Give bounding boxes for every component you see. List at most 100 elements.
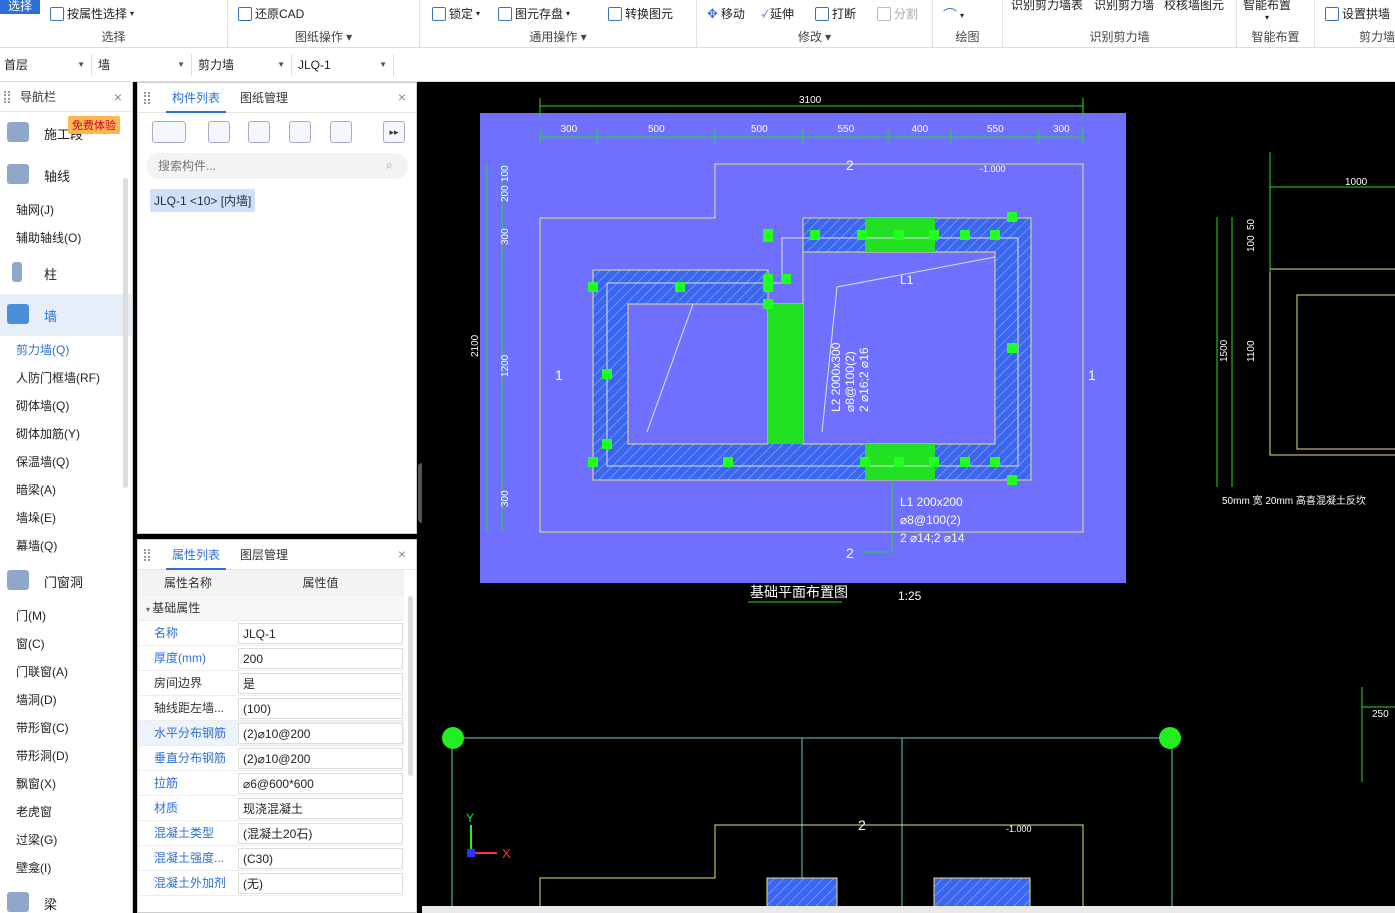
search-icon[interactable]: ⌕	[386, 158, 393, 173]
nav-scrollbar[interactable]	[123, 178, 128, 488]
grip-handle[interactable]	[990, 230, 1000, 240]
nav-item-window[interactable]: 窗(C)	[0, 630, 132, 658]
property-value-field[interactable]: (100)	[238, 698, 403, 719]
grip-handle[interactable]	[588, 282, 598, 292]
select-by-attribute-button[interactable]: 按属性选择 ▾	[50, 5, 134, 22]
extend-button[interactable]: -⁄ 延伸	[761, 5, 794, 22]
restore-cad-button[interactable]: 还原CAD	[238, 5, 304, 22]
nav-item-hidden-beam[interactable]: 暗梁(A)	[0, 476, 132, 504]
element-save-button[interactable]: 图元存盘 ▾	[498, 5, 570, 22]
grip-handle[interactable]	[723, 457, 733, 467]
duplicate-icon[interactable]	[289, 121, 311, 143]
drag-handle-icon[interactable]	[144, 549, 150, 561]
grip-handle[interactable]	[602, 369, 612, 379]
tab-property-list[interactable]: 属性列表	[166, 540, 227, 570]
floor-select[interactable]: 首层 ▼	[0, 54, 92, 76]
grip-handle[interactable]	[602, 439, 612, 449]
property-row[interactable]: 拉筋 ⌀6@600*600	[138, 771, 404, 796]
close-icon[interactable]: ×	[398, 89, 406, 105]
close-icon[interactable]: ×	[398, 546, 406, 562]
identify-shear-wall-button[interactable]: 识别剪力墙	[1094, 0, 1154, 13]
property-row[interactable]: 混凝土强度... (C30)	[138, 846, 404, 871]
nav-category-wall[interactable]: 墙	[0, 294, 132, 336]
identify-shear-wall-table-button[interactable]: 识别剪力墙表	[1011, 0, 1083, 13]
filter-icon[interactable]	[330, 121, 352, 143]
lock-button[interactable]: 锁定 ▾	[432, 5, 480, 22]
more-icon[interactable]: ▸▸	[383, 121, 405, 143]
drag-handle-icon[interactable]	[4, 91, 10, 103]
property-row[interactable]: 材质 现浇混凝土	[138, 796, 404, 821]
property-value-field[interactable]: 是	[238, 673, 403, 694]
property-value-field[interactable]: 现浇混凝土	[238, 798, 403, 819]
select-button[interactable]: 选择	[0, 0, 40, 14]
grip-handle[interactable]	[960, 457, 970, 467]
grip-handle[interactable]	[990, 457, 1000, 467]
grip-handle[interactable]	[588, 457, 598, 467]
grip-handle[interactable]	[894, 230, 904, 240]
property-value-field[interactable]: (2)⌀10@200	[238, 748, 403, 769]
property-row[interactable]: 厚度(mm) 200	[138, 646, 404, 671]
nav-item-wall-opening[interactable]: 墙洞(D)	[0, 686, 132, 714]
grip-handle[interactable]	[1007, 343, 1017, 353]
grip-handle[interactable]	[1007, 212, 1017, 222]
nav-category-door-window[interactable]: 门窗洞	[0, 560, 132, 602]
property-value-field[interactable]: (C30)	[238, 848, 403, 869]
nav-category-axis[interactable]: 轴线	[0, 154, 132, 196]
nav-item-civil-defense-door-wall[interactable]: 人防门框墙(RF)	[0, 364, 132, 392]
column-marker-left[interactable]	[442, 727, 464, 749]
property-row[interactable]: 轴线距左墙... (100)	[138, 696, 404, 721]
free-trial-badge[interactable]: 免费体验	[68, 116, 120, 134]
component-select[interactable]: JLQ-1 ▼	[294, 54, 394, 76]
nav-item-insulation-wall[interactable]: 保温墙(Q)	[0, 448, 132, 476]
property-value-field[interactable]: (混凝土20石)	[238, 823, 403, 844]
grip-handle[interactable]	[857, 230, 867, 240]
nav-category-beam[interactable]: 梁	[0, 882, 132, 913]
grip-handle[interactable]	[894, 457, 904, 467]
nav-item-strip-opening[interactable]: 带形洞(D)	[0, 742, 132, 770]
move-button[interactable]: ✥ 移动	[707, 5, 745, 22]
delete-icon[interactable]	[248, 121, 270, 143]
property-value-field[interactable]: JLQ-1	[238, 623, 403, 644]
property-value-field[interactable]: (无)	[238, 873, 403, 894]
smart-layout-button[interactable]: 智能布置 ▾	[1243, 0, 1291, 22]
property-value-field[interactable]: ⌀6@600*600	[238, 773, 403, 794]
grip-handle[interactable]	[763, 274, 773, 284]
property-row[interactable]: 水平分布钢筋 (2)⌀10@200	[138, 721, 404, 746]
grip-handle[interactable]	[929, 230, 939, 240]
new-component-icon[interactable]	[152, 121, 186, 143]
split-button[interactable]: 分割	[877, 5, 918, 22]
grip-handle[interactable]	[1007, 475, 1017, 485]
nav-item-door[interactable]: 门(M)	[0, 602, 132, 630]
nav-item-wall-pier[interactable]: 墙垛(E)	[0, 504, 132, 532]
beam-L2[interactable]	[768, 304, 803, 444]
nav-item-masonry-wall[interactable]: 砌体墙(Q)	[0, 392, 132, 420]
close-icon[interactable]: ×	[114, 82, 122, 112]
grip-handle[interactable]	[929, 457, 939, 467]
column-marker-right[interactable]	[1159, 727, 1181, 749]
nav-item-axis-grid[interactable]: 轴网(J)	[0, 196, 132, 224]
property-scrollbar[interactable]	[408, 596, 413, 776]
category-select[interactable]: 墙 ▼	[94, 54, 192, 76]
nav-category-column[interactable]: 柱	[0, 252, 132, 294]
nav-item-strip-window[interactable]: 带形窗(C)	[0, 714, 132, 742]
drag-handle-icon[interactable]	[144, 92, 150, 104]
grip-handle[interactable]	[860, 457, 870, 467]
arc-draw-button[interactable]: ⌒ ▾	[943, 5, 964, 25]
grip-handle[interactable]	[781, 274, 791, 284]
component-list-item[interactable]: JLQ-1 <10> [内墙]	[150, 189, 256, 212]
nav-item-door-window-combo[interactable]: 门联窗(A)	[0, 658, 132, 686]
nav-item-shear-wall[interactable]: 剪力墙(Q)	[0, 336, 132, 364]
property-row[interactable]: 混凝土外加剂 (无)	[138, 871, 404, 896]
tab-layer-management[interactable]: 图层管理	[234, 540, 294, 570]
cad-drawing-canvas[interactable]: 3100 300 500 500 550 400 550 300 100 200 300 1200…	[422, 82, 1395, 906]
grip-handle[interactable]	[675, 282, 685, 292]
tab-drawing-management[interactable]: 图纸管理	[234, 83, 294, 113]
nav-item-curtain-wall[interactable]: 幕墙(Q)	[0, 532, 132, 560]
grip-handle[interactable]	[810, 230, 820, 240]
nav-item-bay-window[interactable]: 飘窗(X)	[0, 770, 132, 798]
property-row[interactable]: 房间边界 是	[138, 671, 404, 696]
nav-item-lintel[interactable]: 过梁(G)	[0, 826, 132, 854]
property-value-field[interactable]: 200	[238, 648, 403, 669]
nav-item-masonry-reinforcement[interactable]: 砌体加筋(Y)	[0, 420, 132, 448]
set-arch-wall-button[interactable]: 设置拱墙	[1325, 5, 1390, 22]
